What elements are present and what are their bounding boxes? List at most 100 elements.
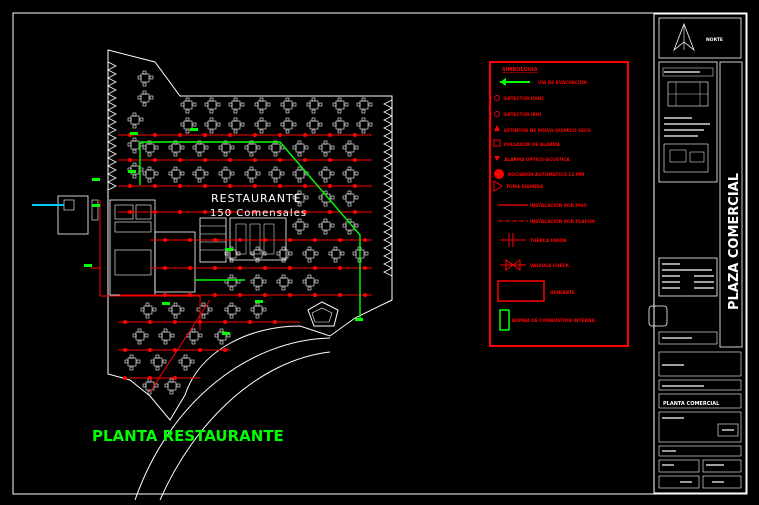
sprinkler-head [173,376,177,380]
legend-label-ionic: DETECTOR IONIC [504,96,545,102]
kitchen-block [109,199,156,296]
sprinkler-head [263,266,267,270]
table-set [168,302,185,319]
side-tab [648,305,668,327]
sprinkler-head [328,133,332,137]
sprinkler-head [278,133,282,137]
table-set [244,140,261,157]
sprinkler-symbol [494,169,504,179]
table-set [342,140,359,157]
table-set [178,354,195,371]
north-box [658,17,742,59]
table-set [306,97,323,114]
table-set [342,190,359,207]
sprinkler-head [163,293,167,297]
table-set [127,112,144,129]
title-block-fine-print [662,71,734,483]
equipment-room [57,195,89,235]
legend-label-union: TUERCA UNION [530,238,567,244]
legend-label-check-valve: VALVULA CHECK [530,263,570,269]
sprinkler-head [328,184,332,188]
sprinkler-head [303,184,307,188]
table-set [204,117,221,134]
table-set [332,97,349,114]
sprinkler-head [163,238,167,242]
sprinkler-heads [123,133,367,380]
sheet-title: PLANTA COMERCIAL [663,401,720,407]
sprinkler-head [148,320,152,324]
serrated-wall-left [107,61,117,191]
table-set [218,140,235,157]
table-set [180,97,197,114]
sprinkler-head [148,348,152,352]
sprinkler-head [278,184,282,188]
sprinkler-head [223,320,227,324]
sprinkler-head [123,348,127,352]
sprinkler-head [353,133,357,137]
legend-label-evacuation: VIA DE EVACUACION [538,80,587,86]
siamese-symbol [493,180,503,192]
irhi-detector-symbol [494,111,500,117]
table-set [254,97,271,114]
table-set [250,302,267,319]
sprinkler-head [253,158,257,162]
legend-label-ceiling: INSTALACION POR PLAFON [530,219,595,225]
legend-label-alarm-button: PULSADOR DE ALARMA [504,142,561,148]
table-set [127,137,144,154]
sprinkler-head [238,238,242,242]
sprinkler-head [178,158,182,162]
sprinkler-head [353,184,357,188]
sprinkler-head [303,158,307,162]
sprinkler-head [213,238,217,242]
sheet-border [12,12,748,495]
sprinkler-head [228,158,232,162]
table-set [137,90,154,107]
sprinkler-head [238,266,242,270]
hydrant-symbol [497,280,545,302]
ionic-detector-symbol [494,95,500,101]
sprinkler-head [288,238,292,242]
cad-drawing-sheet: RESTAURANTE 150 Comensales PLANTA RESTAU… [0,0,759,505]
table-set [250,274,267,291]
legend-label-extinguisher: EXTINTOR DE POLVO QUIMICO SECO [504,128,591,134]
table-set [268,166,285,183]
sprinkler-head [338,293,342,297]
sprinkler-head [198,348,202,352]
sprinkler-head [153,158,157,162]
table-set [218,166,235,183]
sprinkler-head [263,238,267,242]
sprinkler-head [178,210,182,214]
sprinkler-head [128,210,132,214]
sprinkler-head [288,293,292,297]
sprinkler-head [353,158,357,162]
table-set [280,117,297,134]
plan-label-capacity: 150 Comensales [210,208,307,219]
table-set [192,166,209,183]
sprinkler-head [213,293,217,297]
table-set [254,117,271,134]
sprinkler-head [288,266,292,270]
sprinkler-head [328,210,332,214]
plan-label-name: RESTAURANTE [211,192,302,205]
table-set [192,140,209,157]
pump-symbol [499,309,510,331]
sprinkler-head [263,293,267,297]
sprinkler-head [153,133,157,137]
sprinkler-head [178,184,182,188]
sprinkler-head [338,266,342,270]
serrated-wall-right [383,99,393,277]
table-set [342,166,359,183]
alarm-button-symbol [493,139,501,147]
table-set [302,274,319,291]
table-set [276,274,293,291]
table-set [356,97,373,114]
table-set [164,378,181,395]
sprinkler-head [363,266,367,270]
sprinkler-head [238,293,242,297]
sprinkler-head [188,238,192,242]
legend-label-sprinkler: ROCIADOR AUTOMATICO 12 MM [508,172,584,178]
sprinkler-head [198,320,202,324]
sprinkler-head [313,266,317,270]
sprinkler-head [173,320,177,324]
table-set [292,218,309,235]
